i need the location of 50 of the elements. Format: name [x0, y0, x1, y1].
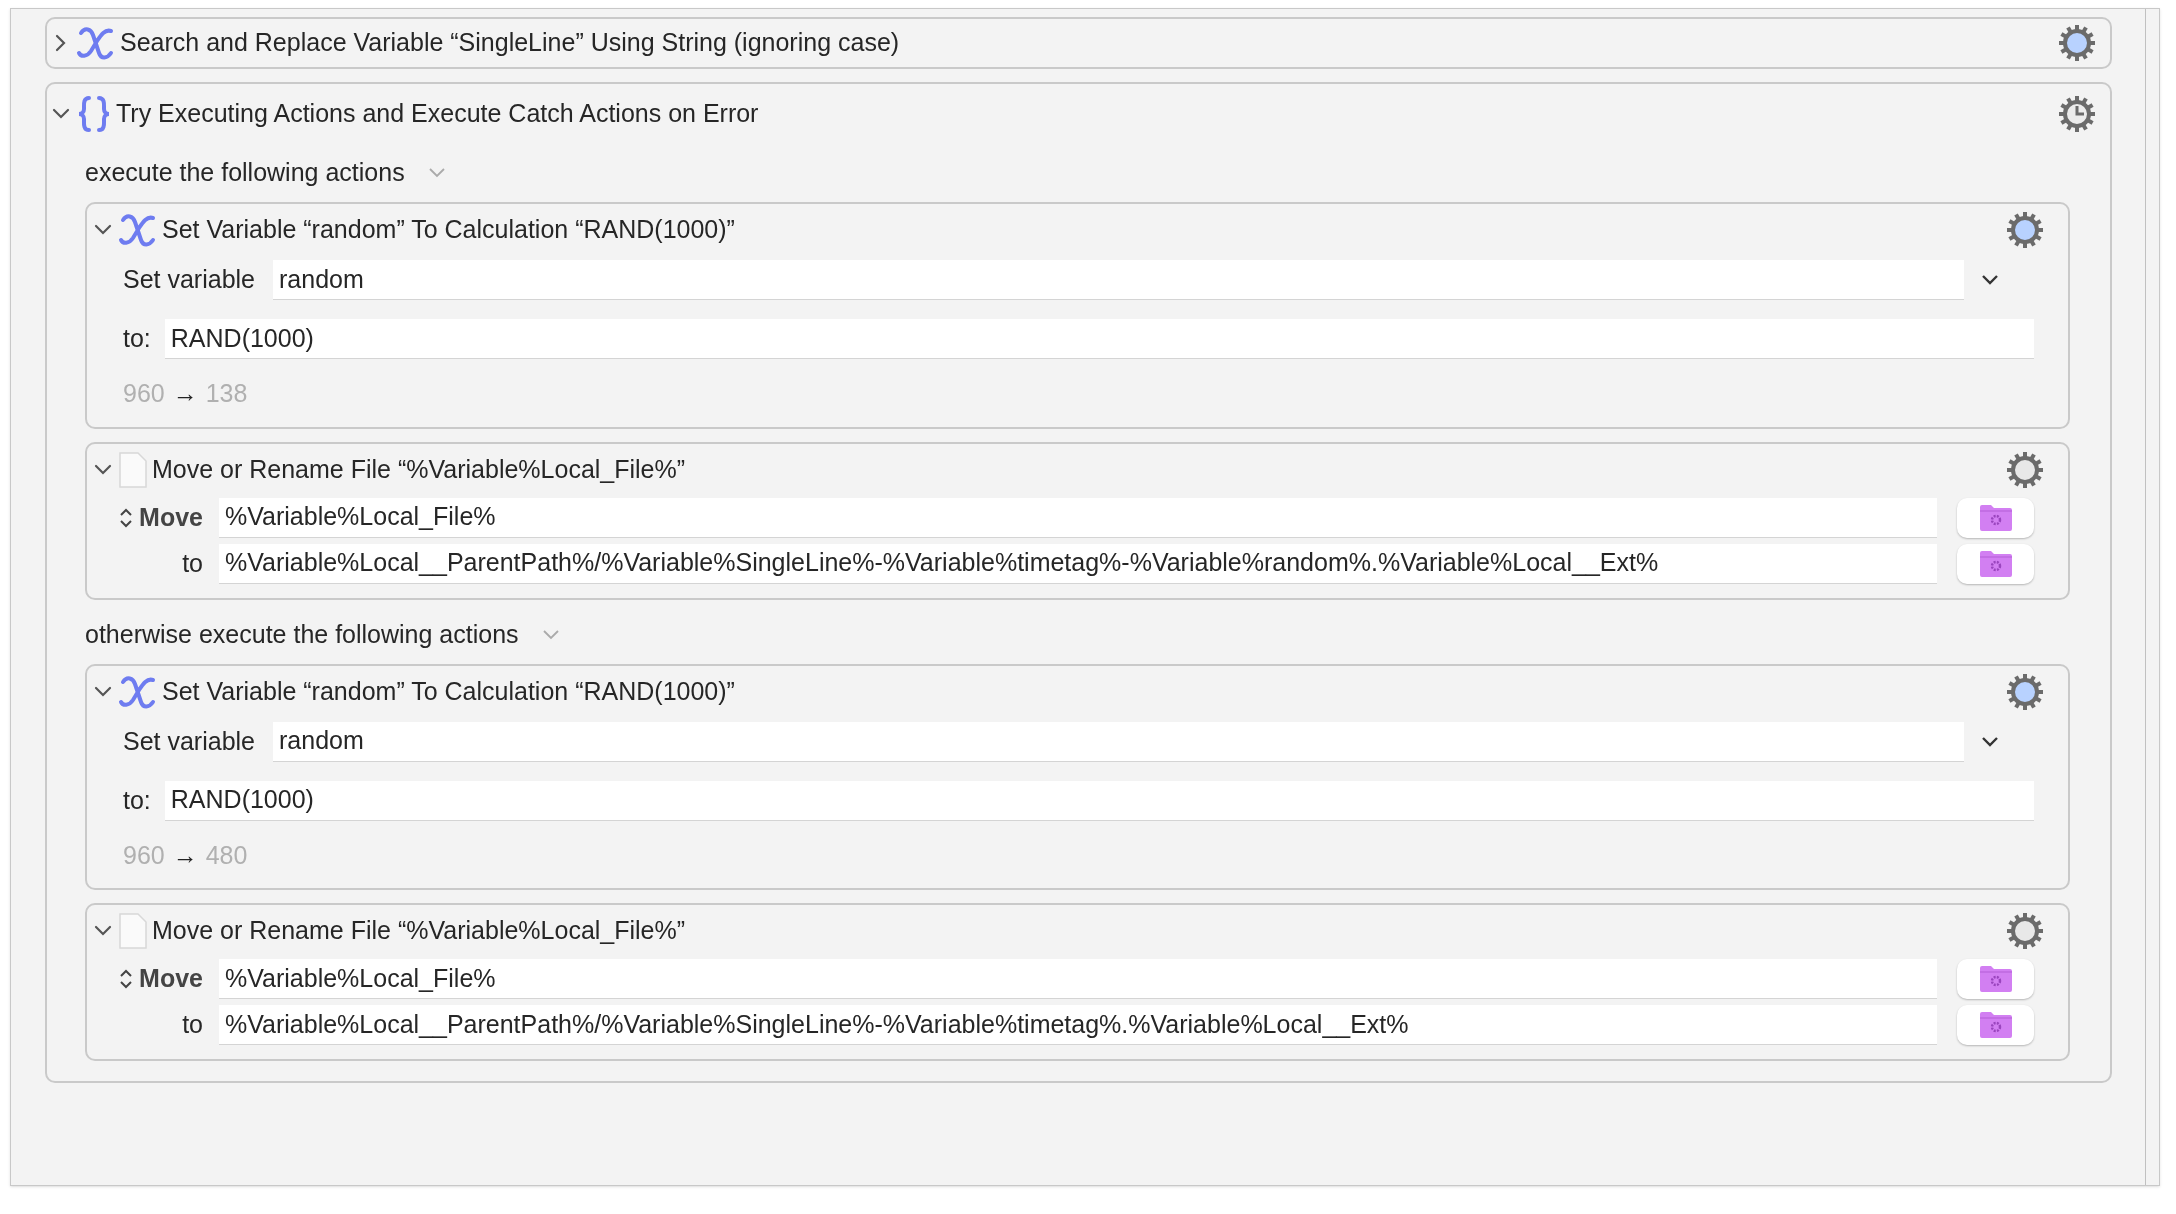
- document-icon: [117, 912, 149, 950]
- result-value: 960: [123, 839, 165, 871]
- folder-gear-icon: [1978, 503, 2013, 532]
- section-label: execute the following actions: [85, 157, 405, 189]
- arrow-text: →: [172, 839, 198, 871]
- field-label: to: [182, 547, 203, 579]
- input-field[interactable]: RAND(1000): [164, 780, 2034, 821]
- document-icon: [117, 450, 149, 489]
- dropdown-chevron-icon[interactable]: [1980, 273, 2000, 287]
- result-value: 480: [205, 839, 248, 871]
- input-field[interactable]: RAND(1000): [164, 319, 2034, 359]
- popup-label[interactable]: Move: [139, 960, 203, 998]
- action-title: Move or Rename File “%Variable%Local_File%”: [152, 453, 686, 485]
- action-title: Set Variable “random” To Calculation “RAND(1000)”: [162, 214, 735, 246]
- folder-gear-icon: [1978, 549, 2013, 578]
- popup-label[interactable]: Move: [139, 498, 203, 537]
- input-field[interactable]: %Variable%Local__ParentPath%/%Variable%SingleLine%-%Variable%timetag%.%Variable%Local__Ext%: [219, 1005, 1937, 1045]
- field-label: to: [182, 1009, 203, 1041]
- field-label: to:: [123, 323, 151, 355]
- action-title: Try Executing Actions and Execute Catch Actions on Error: [116, 98, 759, 130]
- gear-icon[interactable]: [2058, 24, 2096, 62]
- up-down-chevron-icon[interactable]: [119, 968, 134, 990]
- up-down-chevron-icon[interactable]: [119, 506, 134, 529]
- action-title: Move or Rename File “%Variable%Local_File%”: [152, 915, 686, 947]
- input-field[interactable]: random: [273, 260, 1964, 300]
- folder-button[interactable]: [1957, 543, 2034, 584]
- input-field[interactable]: %Variable%Local__ParentPath%/%Variable%SingleLine%-%Variable%timetag%-%Variable%random%.%Variable%Local__Ext%: [219, 543, 1937, 584]
- folder-gear-icon: [1978, 965, 2013, 993]
- gear-icon[interactable]: [2006, 912, 2044, 950]
- gear-icon[interactable]: [2006, 450, 2044, 489]
- folder-button[interactable]: [1957, 497, 2034, 538]
- folder-button[interactable]: [1957, 1005, 2034, 1045]
- input-field[interactable]: %Variable%Local_File%: [219, 497, 1937, 538]
- input-field[interactable]: %Variable%Local_File%: [219, 959, 1937, 999]
- folder-gear-icon: [1978, 1011, 2013, 1039]
- section-label: otherwise execute the following actions: [85, 618, 519, 650]
- gear-clock-icon[interactable]: [2058, 95, 2096, 133]
- arrow-text: →: [172, 378, 198, 409]
- input-field[interactable]: random: [273, 721, 1964, 762]
- result-value: 960: [123, 378, 165, 409]
- gear-icon[interactable]: [2006, 672, 2044, 711]
- result-value: 138: [205, 378, 248, 409]
- gear-icon[interactable]: [2006, 211, 2044, 249]
- field-label: Set variable: [123, 264, 256, 296]
- action-title: Set Variable “random” To Calculation “RAND(1000)”: [162, 675, 735, 707]
- field-label: to:: [123, 784, 151, 816]
- dropdown-chevron-icon[interactable]: [1980, 734, 2000, 749]
- field-label: Set variable: [123, 725, 256, 757]
- action-title: Search and Replace Variable “SingleLine” Using String (ignoring case): [120, 27, 900, 59]
- folder-button[interactable]: [1957, 959, 2034, 999]
